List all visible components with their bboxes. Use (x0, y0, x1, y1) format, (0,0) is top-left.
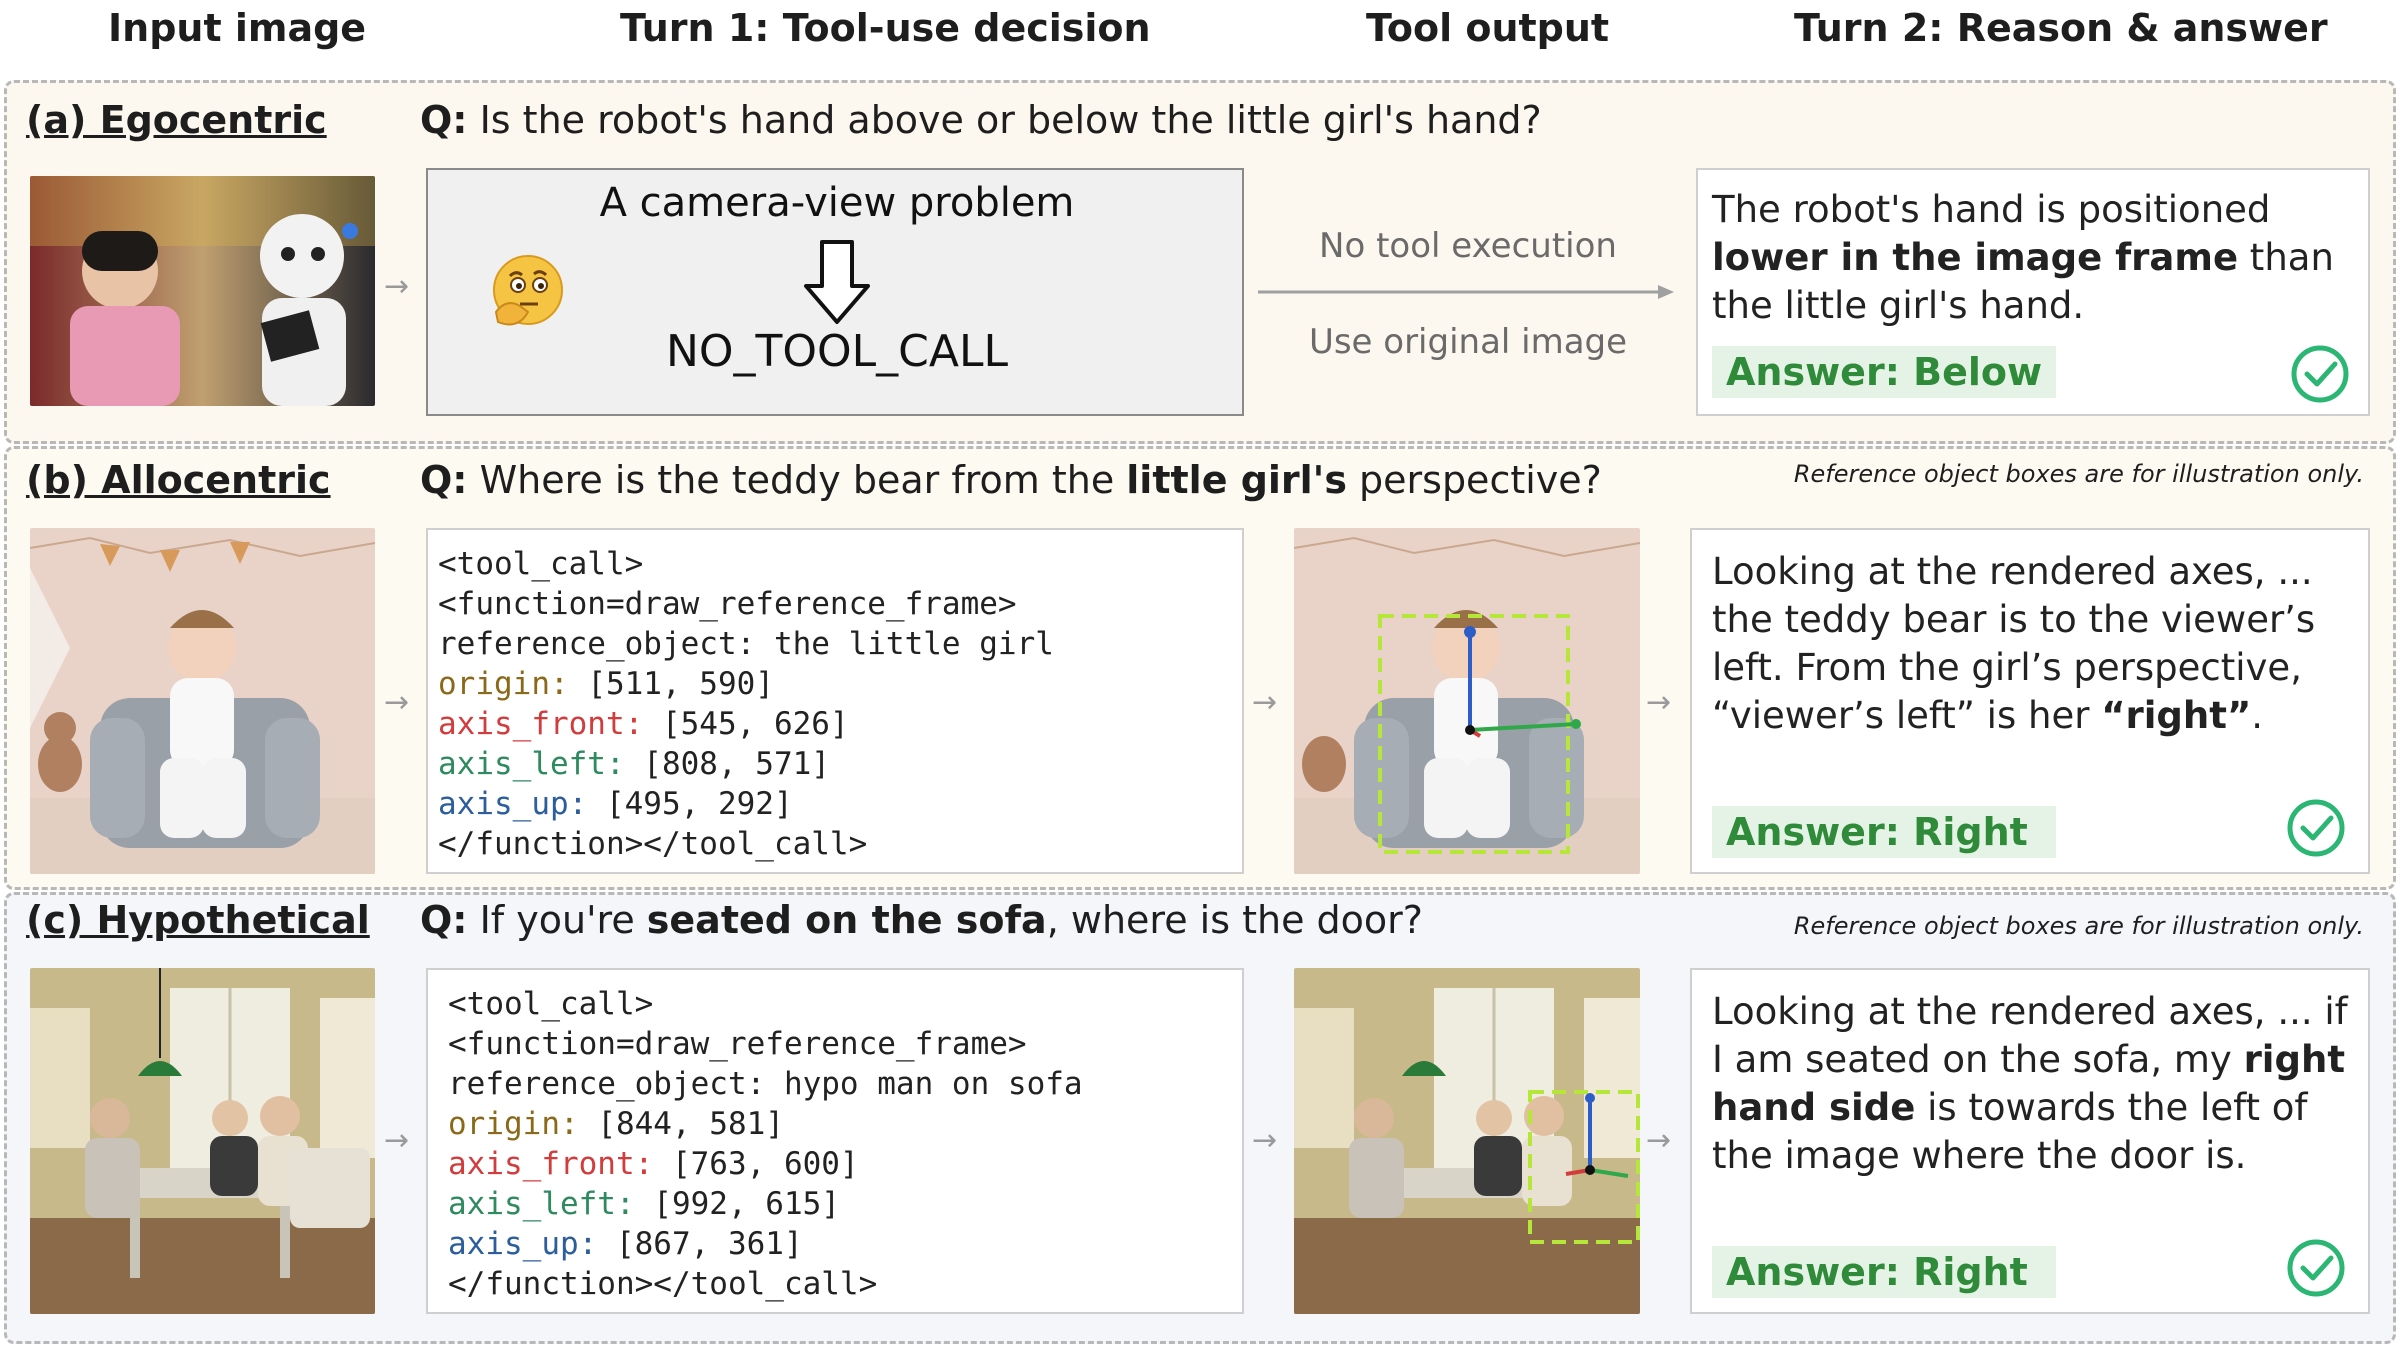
arrow-right-icon: → (384, 1123, 410, 1158)
column-header-tool-output: Tool output (1366, 6, 1610, 50)
code-value: [867, 361] (597, 1226, 803, 1262)
decision-title: A camera-view problem (599, 180, 1075, 226)
code-line: <tool_call> (448, 986, 654, 1022)
column-header-input: Input image (108, 6, 367, 50)
answer-text-part: . (2251, 694, 2264, 737)
decision-result: NO_TOOL_CALL (665, 326, 1009, 377)
code-key-origin: origin: (448, 1106, 579, 1142)
arrow-right-icon: → (1252, 685, 1278, 720)
code-value: [763, 600] (653, 1146, 859, 1182)
question-emphasis: little girl's (1126, 458, 1347, 502)
section-label-hypothetical: (c) Hypothetical (26, 898, 370, 942)
code-line: <function=draw_reference_frame> (448, 1026, 1027, 1062)
code-value: [808, 571] (624, 746, 830, 782)
code-line: reference_object: the little girl (438, 626, 1054, 662)
check-circle-icon (2291, 345, 2349, 403)
code-line: </function></tool_call> (448, 1266, 878, 1302)
code-key-front: axis_front: (438, 706, 644, 742)
tool-call-code: <tool_call> <function=draw_reference_fra… (438, 544, 1054, 864)
question-prefix: Q: (420, 898, 468, 942)
answer-box-allocentric: Looking at the rendered axes, ... the te… (1690, 528, 2370, 874)
section-label-allocentric: (b) Allocentric (26, 458, 331, 502)
code-key-front: axis_front: (448, 1146, 654, 1182)
tool-call-code: <tool_call> <function=draw_reference_fra… (448, 984, 1083, 1304)
input-image-allocentric (30, 528, 375, 874)
question-text: , where is the door? (1046, 898, 1423, 942)
question-text: perspective? (1346, 458, 1602, 502)
code-line: reference_object: hypo man on sofa (448, 1066, 1083, 1102)
tool-label-top: No tool execution (1319, 226, 1617, 266)
answer-badge: Answer: Right (1712, 806, 2056, 858)
answer-reasoning: Looking at the rendered axes, ... the te… (1712, 548, 2352, 740)
long-arrow-icon (1258, 285, 1674, 299)
tool-label-bottom: Use original image (1308, 322, 1628, 362)
answer-badge: Answer: Below (1712, 346, 2056, 398)
dining-room-axes-photo (1294, 968, 1640, 1314)
arrow-right-icon: → (1252, 1123, 1278, 1158)
answer-badge: Answer: Right (1712, 1246, 2056, 1298)
tool-call-box-hypothetical: <tool_call> <function=draw_reference_fra… (426, 968, 1244, 1314)
question-text: Is the robot's hand above or below the l… (479, 98, 1542, 142)
code-key-up: axis_up: (448, 1226, 598, 1262)
arrow-right-icon: → (1646, 1123, 1672, 1158)
code-value: [511, 590] (568, 666, 774, 702)
down-arrow-icon (804, 240, 870, 324)
tool-output-image-hypothetical (1294, 968, 1640, 1314)
arrow-right-icon: → (1646, 685, 1672, 720)
answer-text-emphasis: lower in the image frame (1712, 236, 2239, 279)
dining-room-photo (30, 968, 375, 1314)
tool-output-image-allocentric (1294, 528, 1640, 874)
answer-box-hypothetical: Looking at the rendered axes, ... if I a… (1690, 968, 2370, 1314)
girl-armchair-photo (30, 528, 375, 874)
robot-girl-photo (30, 176, 375, 406)
question-allocentric: Q: Where is the teddy bear from the litt… (420, 458, 1602, 502)
check-circle-icon (2287, 1239, 2345, 1297)
answer-reasoning: Looking at the rendered axes, ... if I a… (1712, 988, 2352, 1180)
decision-box-egocentric: A camera-view problem NO_TOOL_CALL (426, 168, 1244, 416)
code-key-origin: origin: (438, 666, 569, 702)
question-text: If you're (479, 898, 647, 942)
illustration-note: Reference object boxes are for illustrat… (1793, 460, 2364, 488)
arrow-right-icon: → (384, 269, 410, 304)
thinking-face-icon (493, 255, 563, 326)
code-key-left: axis_left: (438, 746, 625, 782)
question-prefix: Q: (420, 98, 468, 142)
code-line: <function=draw_reference_frame> (438, 586, 1017, 622)
code-line: </function></tool_call> (438, 826, 868, 862)
question-hypothetical: Q: If you're seated on the sofa, where i… (420, 898, 1423, 942)
question-egocentric: Q: Is the robot's hand above or below th… (420, 98, 1542, 142)
code-value: [844, 581] (578, 1106, 784, 1142)
check-circle-icon (2287, 799, 2345, 857)
section-label-egocentric: (a) Egocentric (26, 98, 327, 142)
input-image-egocentric (30, 176, 375, 406)
arrow-right-icon: → (384, 685, 410, 720)
column-header-turn2: Turn 2: Reason & answer (1794, 6, 2328, 50)
input-image-hypothetical (30, 968, 375, 1314)
code-value: [992, 615] (634, 1186, 840, 1222)
column-header-turn1: Turn 1: Tool-use decision (620, 6, 1151, 50)
illustration-note: Reference object boxes are for illustrat… (1793, 912, 2364, 940)
question-prefix: Q: (420, 458, 468, 502)
code-value: [545, 626] (643, 706, 849, 742)
tool-call-box-allocentric: <tool_call> <function=draw_reference_fra… (426, 528, 1244, 874)
question-text: Where is the teddy bear from the (479, 458, 1127, 502)
code-key-left: axis_left: (448, 1186, 635, 1222)
code-key-up: axis_up: (438, 786, 588, 822)
answer-box-egocentric: The robot's hand is positioned lower in … (1696, 168, 2370, 416)
code-line: <tool_call> (438, 546, 644, 582)
answer-text-part: The robot's hand is positioned (1712, 188, 2271, 231)
girl-armchair-axes-photo (1294, 528, 1640, 874)
question-emphasis: seated on the sofa (646, 898, 1047, 942)
code-value: [495, 292] (587, 786, 793, 822)
answer-reasoning: The robot's hand is positioned lower in … (1712, 186, 2360, 330)
answer-text-emphasis: “right” (2101, 694, 2252, 737)
